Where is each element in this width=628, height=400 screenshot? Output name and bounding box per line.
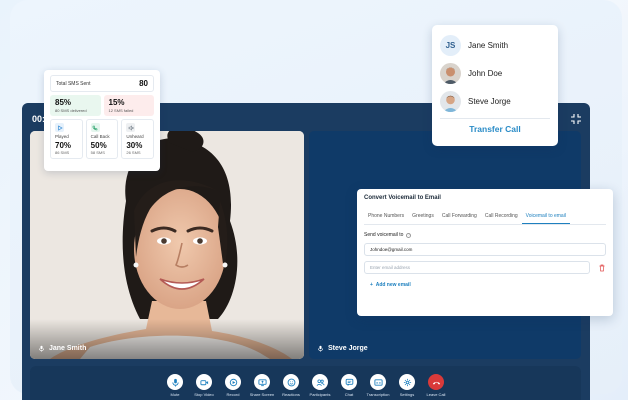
total-sms-label: Total SMS Sent: [56, 80, 91, 87]
add-email-label: Add new email: [375, 282, 411, 288]
control-label: Leave Call: [426, 392, 446, 397]
call-back-stat: Call Back 50% 58 SMS: [85, 119, 119, 159]
control-label: Record: [226, 392, 240, 397]
share-screen-button[interactable]: Share Screen: [249, 374, 275, 400]
unheard-stat: Unheard 30% 26 SMS: [121, 119, 155, 159]
gear-icon: [399, 374, 415, 390]
contact-name: Steve Jorge: [468, 96, 511, 106]
total-sms-value: 80: [139, 79, 148, 88]
mic-muted-icon: [318, 345, 323, 352]
stat-sub: 26 SMS: [126, 150, 141, 155]
avatar: [440, 90, 461, 112]
delivered-percent: 85%: [55, 98, 72, 107]
stat-label: Played: [55, 134, 69, 139]
tab-call-recording[interactable]: Call Recording: [481, 210, 522, 224]
transcription-button[interactable]: Transcription: [366, 374, 390, 400]
mute-button[interactable]: Mute: [165, 374, 186, 400]
send-voicemail-label: Send voicemail to ?: [364, 232, 606, 238]
failed-percent: 15%: [108, 98, 125, 107]
stat-percent: 30%: [126, 141, 143, 150]
smiley-icon: [283, 374, 299, 390]
screen-share-icon: [254, 374, 270, 390]
control-label: Transcription: [366, 392, 390, 397]
call-controls-bar: Mute Stop Video Record Share Screen Reac…: [30, 366, 581, 400]
stat-sub: 58 SMS: [90, 150, 105, 155]
hangup-icon: [428, 374, 444, 390]
control-label: Settings: [399, 392, 415, 397]
phone-icon: [90, 123, 100, 132]
stat-percent: 70%: [55, 141, 72, 150]
control-label: Share Screen: [249, 392, 275, 397]
reactions-button[interactable]: Reactions: [281, 374, 302, 400]
email-field[interactable]: Johndoe@gmail.com: [364, 243, 606, 256]
avatar: JS: [440, 34, 461, 56]
participant-label: Jane Smith: [38, 345, 86, 352]
transfer-contact-jane-smith[interactable]: JS Jane Smith: [440, 31, 550, 59]
stop-video-button[interactable]: Stop Video: [194, 374, 215, 400]
tile-gradient: [30, 319, 304, 359]
failed-stat: 15% 12 SMS failed: [103, 95, 154, 116]
add-new-email-button[interactable]: + Add new email: [364, 282, 606, 288]
control-label: Reactions: [282, 392, 300, 397]
help-icon[interactable]: ?: [406, 232, 412, 238]
settings-tabs: Phone Numbers Greetings Call Forwarding …: [364, 210, 606, 225]
participants-button[interactable]: Participants: [310, 374, 331, 400]
leave-call-button[interactable]: Leave Call: [426, 374, 447, 400]
control-label: Chat: [344, 392, 354, 397]
card-title: Convert Voicemail to Email: [364, 195, 441, 201]
control-label: Mute: [170, 392, 180, 397]
transfer-contact-steve-jorge[interactable]: Steve Jorge: [440, 87, 550, 115]
control-label: Participants: [309, 392, 331, 397]
mute-icon: [126, 123, 136, 132]
stat-label: Unheard: [126, 134, 144, 139]
stat-sub: 86 SMS: [55, 150, 70, 155]
tab-greetings[interactable]: Greetings: [408, 210, 438, 224]
played-stat: Played 70% 86 SMS: [50, 119, 83, 159]
participant-label: Steve Jorge: [317, 345, 368, 352]
play-icon: [55, 123, 64, 132]
transfer-call-button[interactable]: Transfer Call: [440, 124, 550, 134]
divider: [440, 118, 550, 119]
mic-icon: [167, 374, 183, 390]
trash-icon[interactable]: [598, 264, 606, 272]
participants-icon: [312, 374, 328, 390]
contact-name: John Doe: [468, 68, 503, 78]
tab-phone-numbers[interactable]: Phone Numbers: [364, 210, 408, 224]
chat-button[interactable]: Chat: [339, 374, 360, 400]
tab-voicemail-to-email[interactable]: Voicemail to email: [521, 210, 570, 224]
participant-name: Steve Jorge: [328, 345, 368, 352]
total-sms-row: Total SMS Sent 80: [50, 75, 154, 92]
sms-stats-card: Total SMS Sent 80 85% 80 SMS delivered 1…: [44, 70, 160, 171]
contact-name: Jane Smith: [468, 40, 509, 50]
new-email-field[interactable]: Enter email address: [364, 261, 590, 274]
record-button[interactable]: Record: [223, 374, 244, 400]
stat-label: Call Back: [90, 134, 110, 139]
participant-name: Jane Smith: [49, 345, 87, 352]
voicemail-to-email-card: Convert Voicemail to Email Phone Numbers…: [357, 189, 613, 316]
delivered-stat: 85% 80 SMS delivered: [50, 95, 101, 116]
transcription-icon: [370, 374, 386, 390]
transfer-contact-john-doe[interactable]: John Doe: [440, 59, 550, 87]
mic-muted-icon: [39, 345, 44, 352]
minimize-icon[interactable]: [570, 113, 582, 125]
send-label-text: Send voicemail to: [364, 232, 404, 238]
control-label: Stop Video: [194, 392, 214, 397]
tab-call-forwarding[interactable]: Call Forwarding: [438, 210, 481, 224]
delivered-sub: 80 SMS delivered: [55, 108, 87, 113]
avatar: [440, 62, 461, 84]
video-icon: [196, 374, 212, 390]
stat-percent: 50%: [90, 141, 107, 150]
failed-sub: 12 SMS failed: [108, 108, 134, 113]
transfer-call-card: JS Jane Smith John Doe Steve Jorge Trans…: [432, 25, 558, 146]
chat-icon: [341, 374, 357, 390]
record-icon: [225, 374, 241, 390]
settings-button[interactable]: Settings: [397, 374, 418, 400]
